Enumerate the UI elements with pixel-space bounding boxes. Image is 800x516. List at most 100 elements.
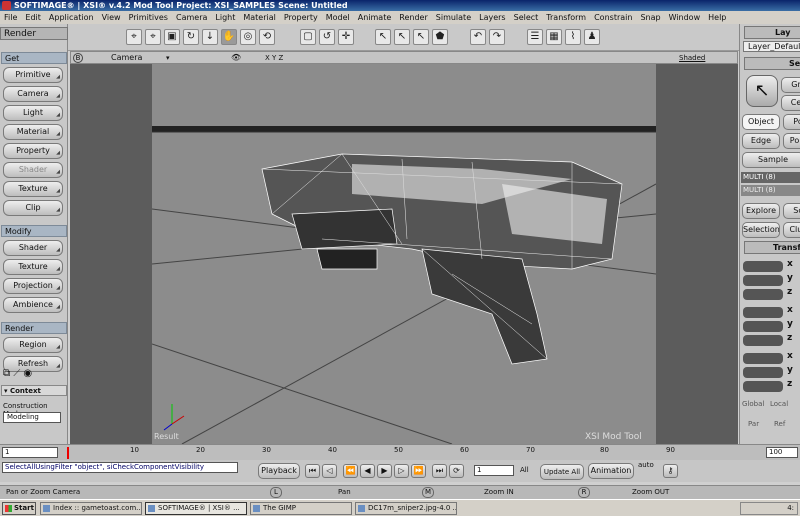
figure-icon[interactable]: ♟ — [584, 29, 600, 45]
task-softimage[interactable]: SOFTIMAGE® | XSI® ... — [145, 502, 247, 515]
translate-y-field[interactable] — [743, 367, 783, 378]
select-point-icon[interactable]: ↖ — [394, 29, 410, 45]
viewport-letter[interactable]: B — [73, 53, 83, 63]
refresh-icon[interactable]: ↻ — [183, 29, 199, 45]
transform-tab[interactable]: Transf — [744, 241, 800, 254]
ambience-button[interactable]: Ambience — [3, 297, 63, 314]
menu-window[interactable]: Window — [665, 13, 705, 22]
shader-modify-button[interactable]: Shader — [3, 240, 63, 257]
group-button[interactable]: Gr — [781, 77, 800, 93]
translate-z-field[interactable] — [743, 381, 783, 392]
loop-icon[interactable]: ⟳ — [449, 464, 464, 478]
select-tab[interactable]: Se — [744, 57, 800, 70]
menu-application[interactable]: Application — [45, 13, 98, 22]
material-button[interactable]: Material — [3, 124, 63, 141]
selection-field-2[interactable]: MULTI (8) — [741, 185, 800, 196]
context-header[interactable]: ▾ Context — [1, 385, 67, 396]
layer-field[interactable]: Layer_Default — [743, 41, 800, 52]
play-icon[interactable]: ▶ — [377, 464, 392, 478]
menu-property[interactable]: Property — [280, 13, 322, 22]
start-frame-field[interactable]: 1 — [2, 447, 58, 458]
camera-view-menu[interactable]: Camera — [111, 52, 142, 64]
texture-get-button[interactable]: Texture — [3, 181, 63, 198]
menu-primitives[interactable]: Primitives — [125, 13, 172, 22]
binoculars-icon[interactable]: ⌖ — [126, 29, 142, 45]
end-frame-field[interactable]: 100 — [766, 447, 798, 458]
projection-button[interactable]: Projection — [3, 278, 63, 295]
menu-simulate[interactable]: Simulate — [432, 13, 475, 22]
property-button[interactable]: Property — [3, 143, 63, 160]
update-all-button[interactable]: Update All — [540, 464, 584, 480]
step-forward-icon[interactable]: ▷ — [394, 464, 409, 478]
key-icon[interactable]: ⚷ — [663, 464, 678, 478]
task-gimp[interactable]: The GIMP — [250, 502, 352, 515]
grid-icon[interactable]: ▦ — [546, 29, 562, 45]
scale-x-field[interactable] — [743, 261, 783, 272]
menu-select[interactable]: Select — [510, 13, 543, 22]
move-icon[interactable]: ✛ — [338, 29, 354, 45]
playhead[interactable] — [67, 447, 69, 459]
undo-icon[interactable]: ↶ — [470, 29, 486, 45]
object-button[interactable]: Object — [742, 114, 780, 130]
zoom-icon[interactable]: ◎ — [240, 29, 256, 45]
layer-tab[interactable]: Lay — [744, 26, 800, 39]
region-button[interactable]: Region — [3, 337, 63, 354]
shader-get-button[interactable]: Shader — [3, 162, 63, 179]
reference-toggle[interactable]: Ref — [774, 420, 785, 428]
prev-key-icon[interactable]: ◁ — [322, 464, 337, 478]
menu-view[interactable]: View — [98, 13, 125, 22]
pan-hand-icon[interactable]: ✋ — [221, 29, 237, 45]
select-arrow-icon[interactable]: ↖ — [746, 75, 778, 107]
point-button[interactable]: Po — [783, 114, 800, 130]
selection-field-1[interactable]: MULTI (8) — [741, 172, 800, 183]
eye-icon[interactable]: 👁 — [231, 52, 241, 64]
scale-y-field[interactable] — [743, 275, 783, 286]
explore-button[interactable]: Explore — [742, 203, 780, 219]
module-selector[interactable]: Render — [0, 27, 68, 40]
rotate-y-field[interactable] — [743, 321, 783, 332]
last-frame-icon[interactable]: ⏭ — [432, 464, 447, 478]
shading-menu[interactable]: Shaded — [679, 52, 705, 64]
select-edge-icon[interactable]: ↖ — [413, 29, 429, 45]
task-gametoast[interactable]: Index :: gametoast.com... — [40, 502, 142, 515]
menu-constrain[interactable]: Constrain — [590, 13, 636, 22]
start-button[interactable]: Start — [2, 502, 36, 515]
camera-dropdown-icon[interactable]: ▾ — [166, 52, 170, 64]
tool-icons[interactable]: ⧉ ⟋ ◉ — [3, 368, 32, 379]
menu-light[interactable]: Light — [211, 13, 239, 22]
lock-icon[interactable]: ▣ — [164, 29, 180, 45]
local-toggle[interactable]: Local — [770, 400, 788, 408]
step-back-icon[interactable]: ◀ — [360, 464, 375, 478]
texture-modify-button[interactable]: Texture — [3, 259, 63, 276]
parent-toggle[interactable]: Par — [748, 420, 759, 428]
auto-key-label[interactable]: auto — [638, 461, 654, 469]
explorer-icon[interactable]: ☰ — [527, 29, 543, 45]
select-arrow-icon[interactable]: ↖ — [375, 29, 391, 45]
cluster-button[interactable]: Clus — [783, 222, 800, 238]
fcurve-icon[interactable]: ⌇ — [565, 29, 581, 45]
menu-layers[interactable]: Layers — [475, 13, 509, 22]
current-frame-field[interactable]: 1 — [474, 465, 514, 476]
menu-snap[interactable]: Snap — [636, 13, 664, 22]
edge-button[interactable]: Edge — [742, 133, 780, 149]
selection-button[interactable]: Selection — [742, 222, 780, 238]
camera-button[interactable]: Camera — [3, 86, 63, 103]
menu-edit[interactable]: Edit — [21, 13, 45, 22]
menu-model[interactable]: Model — [322, 13, 354, 22]
translate-x-field[interactable] — [743, 353, 783, 364]
timeline[interactable]: 1 10 20 30 40 50 60 70 80 90 100 — [0, 444, 800, 460]
menu-file[interactable]: File — [0, 13, 21, 22]
global-toggle[interactable]: Global — [742, 400, 764, 408]
rotate-icon[interactable]: ↺ — [319, 29, 335, 45]
clip-button[interactable]: Clip — [3, 200, 63, 217]
sample-button[interactable]: Sample — [742, 152, 800, 168]
arrow-down-icon[interactable]: ↓ — [202, 29, 218, 45]
rewind-icon[interactable]: ⏪ — [343, 464, 358, 478]
playback-button[interactable]: Playback — [258, 463, 300, 479]
binoculars-alt-icon[interactable]: ⌖ — [145, 29, 161, 45]
rotate-z-field[interactable] — [743, 335, 783, 346]
first-frame-icon[interactable]: ⏮ — [305, 464, 320, 478]
rotate-x-field[interactable] — [743, 307, 783, 318]
menu-transform[interactable]: Transform — [542, 13, 590, 22]
orbit-icon[interactable]: ⟲ — [259, 29, 275, 45]
